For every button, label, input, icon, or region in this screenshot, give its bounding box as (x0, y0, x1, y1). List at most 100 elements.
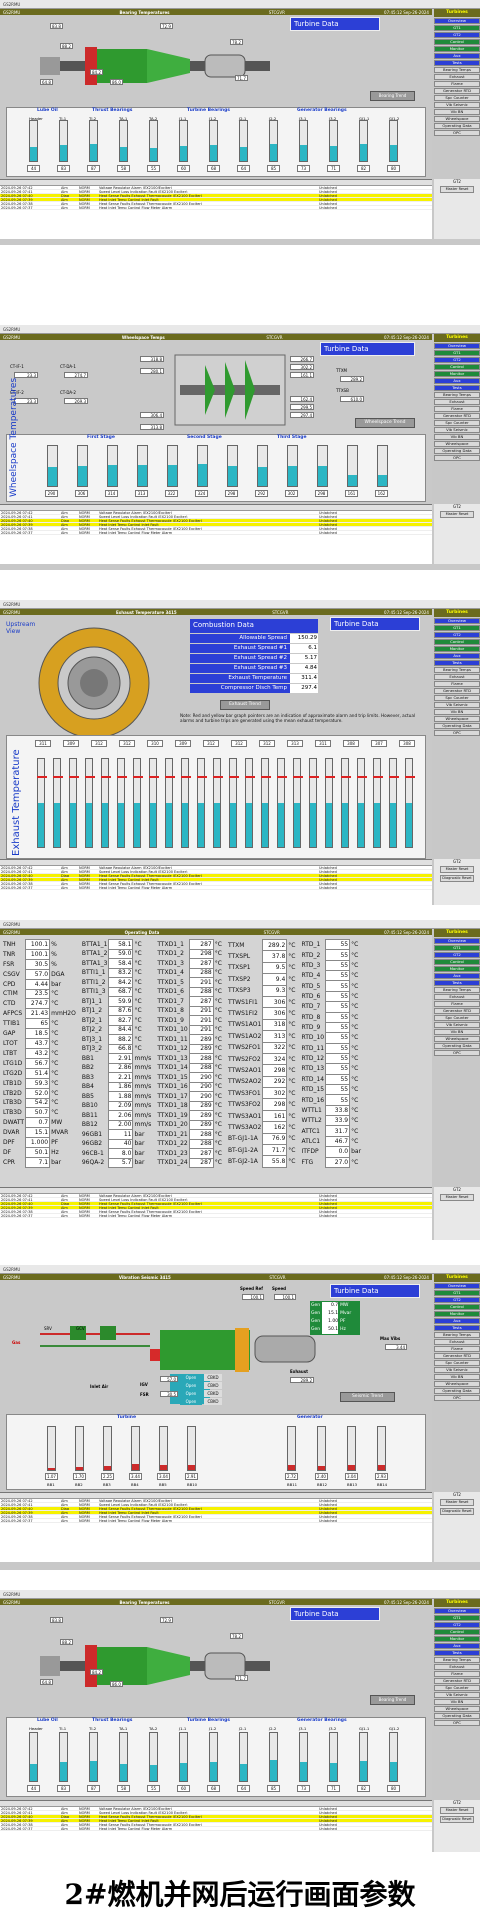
nav-item-gt1[interactable]: GT1 (434, 945, 480, 951)
nav-item-bearing-temps[interactable]: Bearing Temps (434, 1657, 480, 1663)
nav-item-spc-counter[interactable]: Spc Counter (434, 95, 480, 101)
nav-item-vib-seismic[interactable]: Vib Seismic (434, 702, 480, 708)
alarm-row[interactable]: 2024-09-26 07:37 Alm NORM Heat Inlet Temp C… (0, 1827, 432, 1831)
nav-item-wheelspace[interactable]: Wheelspace (434, 441, 480, 447)
nav-item-wheelspace[interactable]: Wheelspace (434, 1036, 480, 1042)
nav-item-flame[interactable]: Flame (434, 1346, 480, 1352)
nav-item-opc[interactable]: OPC (434, 1720, 480, 1726)
nav-item-exhaust[interactable]: Exhaust (434, 674, 480, 680)
nav-item-gt2[interactable]: GT2 (434, 357, 480, 363)
nav-item-vib-bn[interactable]: Vib BN (434, 709, 480, 715)
nav-item-monitor[interactable]: Monitor (434, 1636, 480, 1642)
bearing-trend-button[interactable]: Bearing Trend (370, 91, 415, 101)
nav-item-overview[interactable]: Overview (434, 1283, 480, 1289)
nav-item-bearing-temps[interactable]: Bearing Temps (434, 1332, 480, 1338)
nav-item-flame[interactable]: Flame (434, 81, 480, 87)
nav-item-operating-data[interactable]: Operating Data (434, 1713, 480, 1719)
nav-item-gt1[interactable]: GT1 (434, 25, 480, 31)
nav-item-gt2[interactable]: GT2 (434, 32, 480, 38)
nav-item-vib-bn[interactable]: Vib BN (434, 1374, 480, 1380)
nav-item-opc[interactable]: OPC (434, 455, 480, 461)
alarm-row[interactable]: 2024-09-26 07:37 Alm NORM Heat Inlet Temp C… (0, 531, 432, 535)
nav-item-generator-rtd[interactable]: Generator RTD (434, 88, 480, 94)
nav-item-control[interactable]: Control (434, 639, 480, 645)
nav-item-opc[interactable]: OPC (434, 1050, 480, 1056)
nav-item-control[interactable]: Control (434, 959, 480, 965)
nav-item-opc[interactable]: OPC (434, 130, 480, 136)
bearing-trend-button[interactable]: Bearing Trend (370, 1695, 415, 1705)
nav-item-spc-counter[interactable]: Spc Counter (434, 695, 480, 701)
nav-item-tests[interactable]: Tests (434, 1650, 480, 1656)
nav-item-control[interactable]: Control (434, 1304, 480, 1310)
master-reset-button[interactable]: Master Reset (440, 866, 474, 873)
nav-item-exhaust[interactable]: Exhaust (434, 1664, 480, 1670)
nav-item-vib-seismic[interactable]: Vib Seismic (434, 1692, 480, 1698)
nav-item-operating-data[interactable]: Operating Data (434, 123, 480, 129)
nav-item-monitor[interactable]: Monitor (434, 46, 480, 52)
nav-item-overview[interactable]: Overview (434, 938, 480, 944)
nav-item-overview[interactable]: Overview (434, 18, 480, 24)
nav-item-vib-seismic[interactable]: Vib Seismic (434, 427, 480, 433)
nav-item-vib-bn[interactable]: Vib BN (434, 1699, 480, 1705)
nav-item-tests[interactable]: Tests (434, 60, 480, 66)
nav-item-vib-seismic[interactable]: Vib Seismic (434, 1022, 480, 1028)
nav-item-generator-rtd[interactable]: Generator RTD (434, 688, 480, 694)
nav-item-gt2[interactable]: GT2 (434, 632, 480, 638)
nav-item-wheelspace[interactable]: Wheelspace (434, 1706, 480, 1712)
nav-item-generator-rtd[interactable]: Generator RTD (434, 413, 480, 419)
alarm-row[interactable]: 2024-09-26 07:37 Alm NORM Heat Inlet Temp C… (0, 1519, 432, 1523)
nav-item-exhaust[interactable]: Exhaust (434, 994, 480, 1000)
nav-item-bearing-temps[interactable]: Bearing Temps (434, 392, 480, 398)
nav-item-spc-counter[interactable]: Spc Counter (434, 420, 480, 426)
nav-item-exhaust[interactable]: Exhaust (434, 399, 480, 405)
nav-item-aux[interactable]: Aux (434, 653, 480, 659)
nav-item-aux[interactable]: Aux (434, 53, 480, 59)
master-reset-button[interactable]: Master Reset (440, 1194, 474, 1201)
nav-item-bearing-temps[interactable]: Bearing Temps (434, 667, 480, 673)
alarm-row[interactable]: 2024-09-26 07:37 Alm NORM Heat Inlet Temp C… (0, 1214, 432, 1218)
diagnostic-reset-button[interactable]: Diagnostic Reset (440, 1508, 474, 1515)
nav-item-aux[interactable]: Aux (434, 1318, 480, 1324)
nav-item-generator-rtd[interactable]: Generator RTD (434, 1678, 480, 1684)
nav-item-operating-data[interactable]: Operating Data (434, 723, 480, 729)
nav-item-vib-bn[interactable]: Vib BN (434, 434, 480, 440)
wheelspace-trend-button[interactable]: Wheelspace Trend (355, 418, 415, 428)
nav-item-bearing-temps[interactable]: Bearing Temps (434, 987, 480, 993)
turbine-data-box[interactable]: Turbine Data (320, 342, 415, 356)
nav-item-gt1[interactable]: GT1 (434, 625, 480, 631)
nav-item-generator-rtd[interactable]: Generator RTD (434, 1008, 480, 1014)
nav-item-aux[interactable]: Aux (434, 973, 480, 979)
nav-item-exhaust[interactable]: Exhaust (434, 74, 480, 80)
nav-item-spc-counter[interactable]: Spc Counter (434, 1015, 480, 1021)
nav-item-gt2[interactable]: GT2 (434, 952, 480, 958)
nav-item-flame[interactable]: Flame (434, 406, 480, 412)
nav-item-opc[interactable]: OPC (434, 1395, 480, 1401)
nav-item-monitor[interactable]: Monitor (434, 966, 480, 972)
seismic-trend-button[interactable]: Seismic Trend (340, 1392, 395, 1402)
nav-item-spc-counter[interactable]: Spc Counter (434, 1685, 480, 1691)
nav-item-flame[interactable]: Flame (434, 1001, 480, 1007)
nav-item-tests[interactable]: Tests (434, 385, 480, 391)
master-reset-button[interactable]: Master Reset (440, 1499, 474, 1506)
nav-item-overview[interactable]: Overview (434, 1608, 480, 1614)
nav-item-vib-seismic[interactable]: Vib Seismic (434, 1367, 480, 1373)
nav-item-gt1[interactable]: GT1 (434, 1615, 480, 1621)
nav-item-bearing-temps[interactable]: Bearing Temps (434, 67, 480, 73)
nav-item-aux[interactable]: Aux (434, 378, 480, 384)
nav-item-wheelspace[interactable]: Wheelspace (434, 716, 480, 722)
master-reset-button[interactable]: Master Reset (440, 1807, 474, 1814)
nav-item-aux[interactable]: Aux (434, 1643, 480, 1649)
nav-item-flame[interactable]: Flame (434, 681, 480, 687)
nav-item-vib-bn[interactable]: Vib BN (434, 1029, 480, 1035)
nav-item-wheelspace[interactable]: Wheelspace (434, 1381, 480, 1387)
diagnostic-reset-button[interactable]: Diagnostic Reset (440, 1816, 474, 1823)
alarm-row[interactable]: 2024-09-26 07:37 Alm NORM Heat Inlet Temp C… (0, 886, 432, 890)
nav-item-spc-counter[interactable]: Spc Counter (434, 1360, 480, 1366)
nav-item-wheelspace[interactable]: Wheelspace (434, 116, 480, 122)
turbine-data-box[interactable]: Turbine Data (330, 617, 420, 631)
nav-item-control[interactable]: Control (434, 364, 480, 370)
master-reset-button[interactable]: Master Reset (440, 186, 474, 193)
nav-item-monitor[interactable]: Monitor (434, 1311, 480, 1317)
nav-item-operating-data[interactable]: Operating Data (434, 1043, 480, 1049)
nav-item-overview[interactable]: Overview (434, 343, 480, 349)
